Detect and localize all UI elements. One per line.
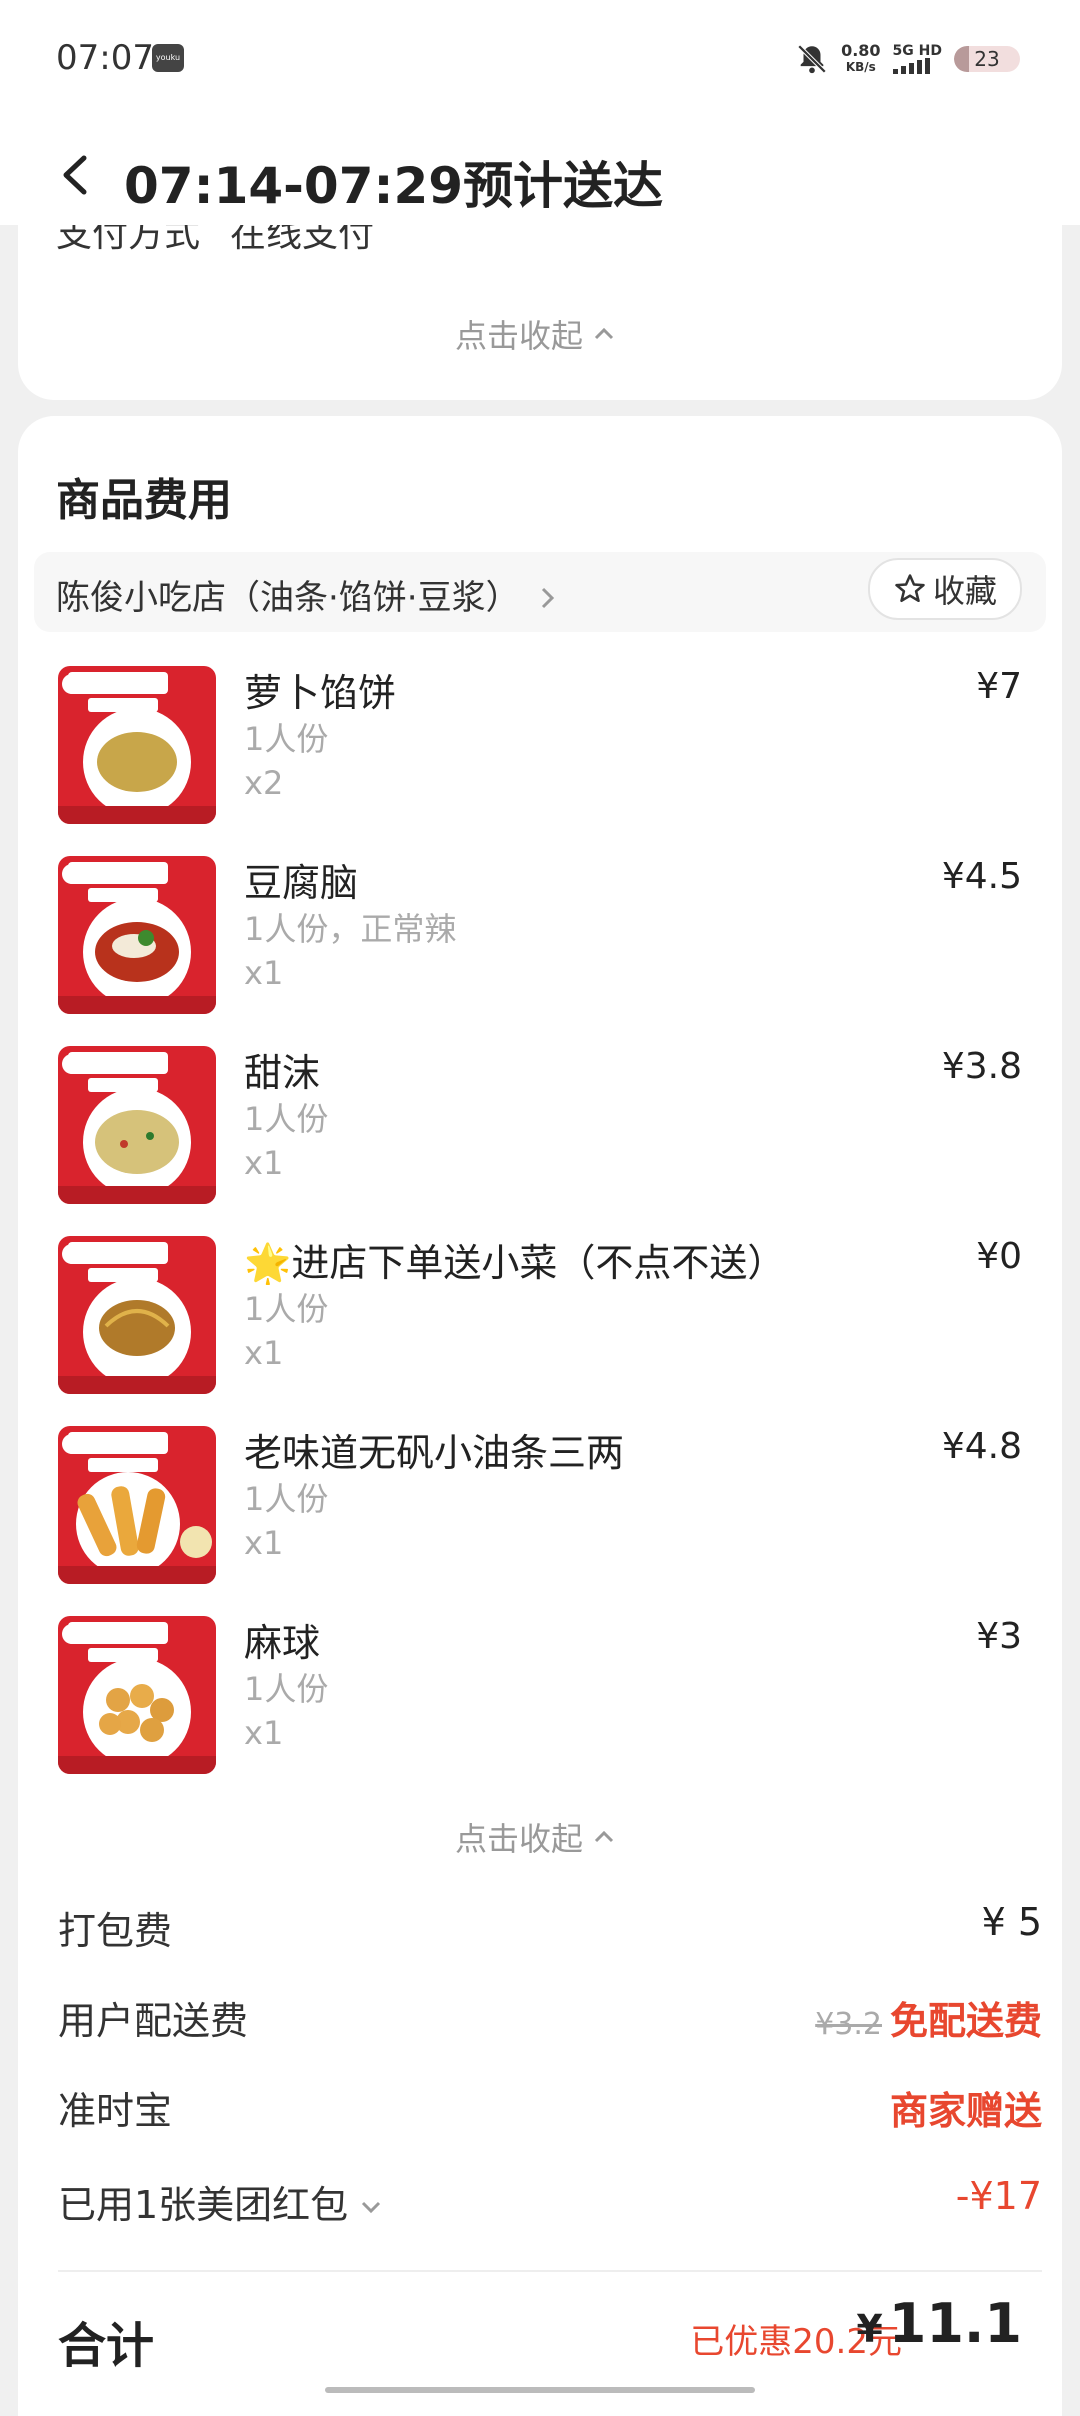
fee-value: 商家赠送 <box>889 2089 1042 2133</box>
original-delivery-fee: ¥3.2 <box>815 2007 882 2042</box>
page-title: 07:14-07:29预计送达 <box>124 157 664 215</box>
chevron-right-icon <box>542 587 555 609</box>
item-price: ¥4.5 <box>941 856 1022 897</box>
item-name: 老味道无矾小油条三两 <box>244 1431 625 1475</box>
goods-item[interactable]: 萝卜馅饼 1人份 x2 ¥7 <box>58 666 1022 826</box>
item-qty: x1 <box>244 954 284 992</box>
youku-app-icon: youku <box>152 44 184 72</box>
fee-label: 用户配送费 <box>58 1999 249 2043</box>
total-value: 11.1 <box>888 2292 1022 2355</box>
item-spec: 1人份 <box>244 720 329 758</box>
food-image <box>58 1616 216 1774</box>
mute-bell-icon <box>797 44 827 74</box>
fee-value: ¥3.2 免配送费 <box>815 1990 1042 2045</box>
divider <box>58 2270 1042 2272</box>
net-speed-value: 0.80 <box>841 41 881 60</box>
item-spec: 1人份 <box>244 1480 329 1518</box>
item-price: ¥4.8 <box>941 1426 1022 1467</box>
favorite-button[interactable]: 收藏 <box>868 558 1022 620</box>
payment-method-row: 支付方式 在线支付 <box>56 225 374 257</box>
food-image <box>58 856 216 1014</box>
coupon-row[interactable]: 已用1张美团红包 -¥17 <box>58 2174 1042 2234</box>
fee-label: 准时宝 <box>58 2089 173 2133</box>
food-image <box>58 1426 216 1584</box>
food-image <box>58 1046 216 1204</box>
ontime-row: 准时宝 商家赠送 <box>58 2080 1042 2140</box>
total-amount: ¥11.1 <box>856 2292 1022 2355</box>
food-image <box>58 1236 216 1394</box>
favorite-label: 收藏 <box>932 572 997 610</box>
goods-item[interactable]: 豆腐脑 1人份，正常辣 x1 ¥4.5 <box>58 856 1022 1016</box>
total-currency: ¥ <box>856 2307 883 2351</box>
battery-icon: 23 <box>954 46 1020 72</box>
food-image <box>58 666 216 824</box>
payment-method-label: 支付方式 <box>56 225 201 255</box>
item-qty: x1 <box>244 1714 284 1752</box>
goods-item[interactable]: 🌟进店下单送小菜（不点不送） 1人份 x1 ¥0 <box>58 1236 1022 1396</box>
item-name: 豆腐脑 <box>244 861 359 905</box>
status-indicators: 0.80 KB/s 5G HD 23 <box>795 34 1020 84</box>
chevron-up-icon <box>594 327 614 340</box>
goods-item[interactable]: 老味道无矾小油条三两 1人份 x1 ¥4.8 <box>58 1426 1022 1586</box>
item-spec: 1人份 <box>244 1670 329 1708</box>
status-bar: 07:07 youku 0.80 KB/s 5G HD 23 <box>0 0 1080 120</box>
coupon-value: -¥17 <box>955 2174 1042 2218</box>
item-spec: 1人份 <box>244 1100 329 1138</box>
item-name: 🌟进店下单送小菜（不点不送） <box>244 1241 786 1285</box>
net-speed-unit: KB/s <box>845 60 876 74</box>
collapse-toggle[interactable]: 点击收起 <box>455 311 615 357</box>
coupon-label: 已用1张美团红包 <box>58 2183 349 2227</box>
shop-name-text: 陈俊小吃店（油条·馅饼·豆浆） <box>56 578 520 618</box>
fee-value: ¥ 5 <box>981 1900 1042 1944</box>
item-price: ¥0 <box>976 1236 1022 1277</box>
fee-label: 已用1张美团红包 <box>58 2174 382 2229</box>
item-qty: x1 <box>244 1524 284 1562</box>
goods-fee-card: 商品费用 陈俊小吃店（油条·馅饼·豆浆） 收藏 萝卜馅饼 1人份 x2 ¥7 豆… <box>18 416 1062 2416</box>
item-qty: x2 <box>244 764 284 802</box>
item-price: ¥3 <box>976 1616 1022 1657</box>
chevron-up-icon <box>594 1830 614 1843</box>
goods-item[interactable]: 麻球 1人份 x1 ¥3 <box>58 1616 1022 1776</box>
signal-bars-icon <box>892 58 942 74</box>
item-qty: x1 <box>244 1144 284 1182</box>
back-arrow-icon[interactable] <box>56 150 96 200</box>
signal-indicator: 5G HD <box>892 43 942 74</box>
battery-fill <box>954 46 970 72</box>
section-title: 商品费用 <box>56 475 232 526</box>
home-indicator[interactable] <box>325 2387 755 2393</box>
collapse-label: 点击收起 <box>455 1820 584 1858</box>
item-name: 麻球 <box>244 1621 321 1665</box>
shop-row[interactable]: 陈俊小吃店（油条·馅饼·豆浆） 收藏 <box>34 552 1046 632</box>
shop-name: 陈俊小吃店（油条·馅饼·豆浆） <box>56 570 556 619</box>
item-name: 甜沫 <box>244 1051 321 1095</box>
status-time: 07:07 <box>56 38 154 78</box>
goods-item[interactable]: 甜沫 1人份 x1 ¥3.8 <box>58 1046 1022 1206</box>
chevron-down-icon[interactable] <box>360 2200 382 2214</box>
item-spec: 1人份 <box>244 1290 329 1328</box>
signal-label: 5G HD <box>892 43 942 59</box>
net-speed: 0.80 KB/s <box>841 43 880 75</box>
total-label: 合计 <box>58 2318 155 2374</box>
page-header: 07:14-07:29预计送达 <box>0 120 1080 225</box>
packing-fee-row: 打包费 ¥ 5 <box>58 1900 1042 1960</box>
item-spec: 1人份，正常辣 <box>244 910 457 948</box>
payment-method-value: 在线支付 <box>230 225 375 255</box>
collapse-label: 点击收起 <box>455 317 584 355</box>
order-info-card: 支付方式 在线支付 点击收起 <box>18 225 1062 400</box>
item-name: 萝卜馅饼 <box>244 671 397 715</box>
collapse-toggle[interactable]: 点击收起 <box>455 1814 615 1860</box>
item-price: ¥3.8 <box>941 1046 1022 1087</box>
item-qty: x1 <box>244 1334 284 1372</box>
delivery-fee-row: 用户配送费 ¥3.2 免配送费 <box>58 1990 1042 2050</box>
free-delivery-text: 免配送费 <box>889 1999 1042 2043</box>
battery-level: 23 <box>974 47 1000 71</box>
star-icon <box>895 574 925 603</box>
fee-label: 打包费 <box>58 1909 173 1953</box>
item-price: ¥7 <box>976 666 1022 707</box>
